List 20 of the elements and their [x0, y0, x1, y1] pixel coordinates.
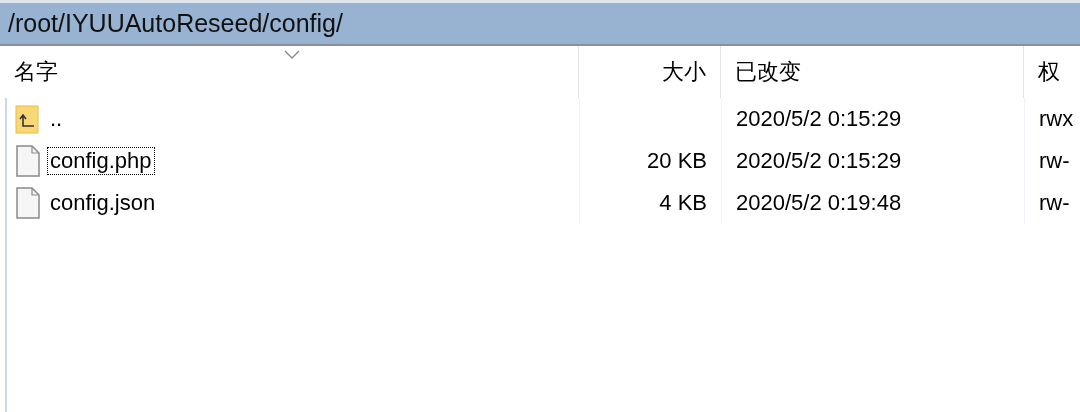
- permissions: rw-: [1039, 190, 1070, 216]
- column-header[interactable]: 已改变: [720, 46, 1023, 98]
- column-header[interactable]: 大小: [578, 46, 720, 98]
- column-header[interactable]: 权: [1023, 46, 1080, 98]
- file-name[interactable]: ..: [47, 105, 66, 133]
- column-header[interactable]: 名字: [0, 46, 578, 98]
- file-size: 20 KB: [647, 148, 707, 174]
- parent-folder-icon: [15, 104, 41, 134]
- sort-caret-icon: [284, 50, 300, 59]
- file-size: 4 KB: [659, 190, 707, 216]
- file-icon: [15, 145, 41, 177]
- file-name[interactable]: config.php: [47, 147, 155, 175]
- modified-date: 2020/5/2 0:15:29: [736, 148, 902, 174]
- permissions: rwx: [1039, 106, 1074, 132]
- permissions: rw-: [1039, 148, 1070, 174]
- file-icon: [15, 187, 41, 219]
- modified-date: 2020/5/2 0:15:29: [736, 106, 902, 132]
- modified-date: 2020/5/2 0:19:48: [736, 190, 902, 216]
- current-path: /root/IYUUAutoReseed/config/: [8, 9, 343, 38]
- file-name[interactable]: config.json: [47, 189, 159, 217]
